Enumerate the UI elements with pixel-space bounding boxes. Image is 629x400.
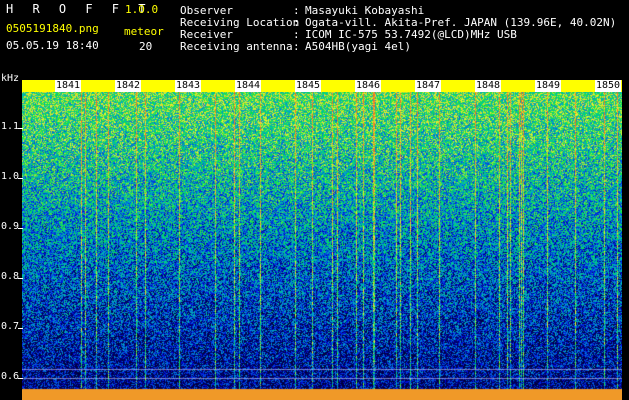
frequency-tick-mark xyxy=(18,228,23,229)
frequency-unit: kHz xyxy=(1,73,20,84)
time-axis-bar xyxy=(22,80,622,92)
hroft-window: { "header": { "app_name": "H R O F F T",… xyxy=(0,0,629,400)
time-tick-label: 1841 xyxy=(55,80,82,92)
frequency-tick-mark xyxy=(18,328,23,329)
frequency-tick-label: 0.6 xyxy=(1,371,20,382)
frequency-tick-mark xyxy=(18,178,23,179)
time-tick-label: 1848 xyxy=(475,80,502,92)
frequency-tick-mark xyxy=(18,278,23,279)
antenna-sep: : xyxy=(293,40,300,53)
time-tick-label: 1842 xyxy=(115,80,142,92)
file-name: 0505191840.png xyxy=(6,22,99,35)
time-tick-label: 1849 xyxy=(535,80,562,92)
meteor-label: meteor xyxy=(124,25,164,38)
app-version: 1.0.0 xyxy=(125,3,159,16)
frequency-tick-label: 0.9 xyxy=(1,221,20,232)
frequency-tick-mark xyxy=(18,128,23,129)
antenna-value: A504HB(yagi 4el) xyxy=(305,40,411,53)
time-tick-label: 1843 xyxy=(175,80,202,92)
frequency-tick-mark xyxy=(18,378,23,379)
spectrogram xyxy=(22,83,622,400)
time-tick-label: 1850 xyxy=(595,80,622,92)
timestamp: 05.05.19 18:40 xyxy=(6,39,99,52)
time-tick-label: 1844 xyxy=(235,80,262,92)
frequency-tick-label: 1.1 xyxy=(1,121,20,132)
frequency-tick-label: 0.8 xyxy=(1,271,20,282)
antenna-key: Receiving antenna xyxy=(180,40,293,53)
time-tick-label: 1846 xyxy=(355,80,382,92)
time-tick-label: 1847 xyxy=(415,80,442,92)
time-tick-label: 1845 xyxy=(295,80,322,92)
meteor-count: 20 xyxy=(139,40,153,53)
frequency-tick-label: 1.0 xyxy=(1,171,20,182)
frequency-tick-label: 0.7 xyxy=(1,321,20,332)
